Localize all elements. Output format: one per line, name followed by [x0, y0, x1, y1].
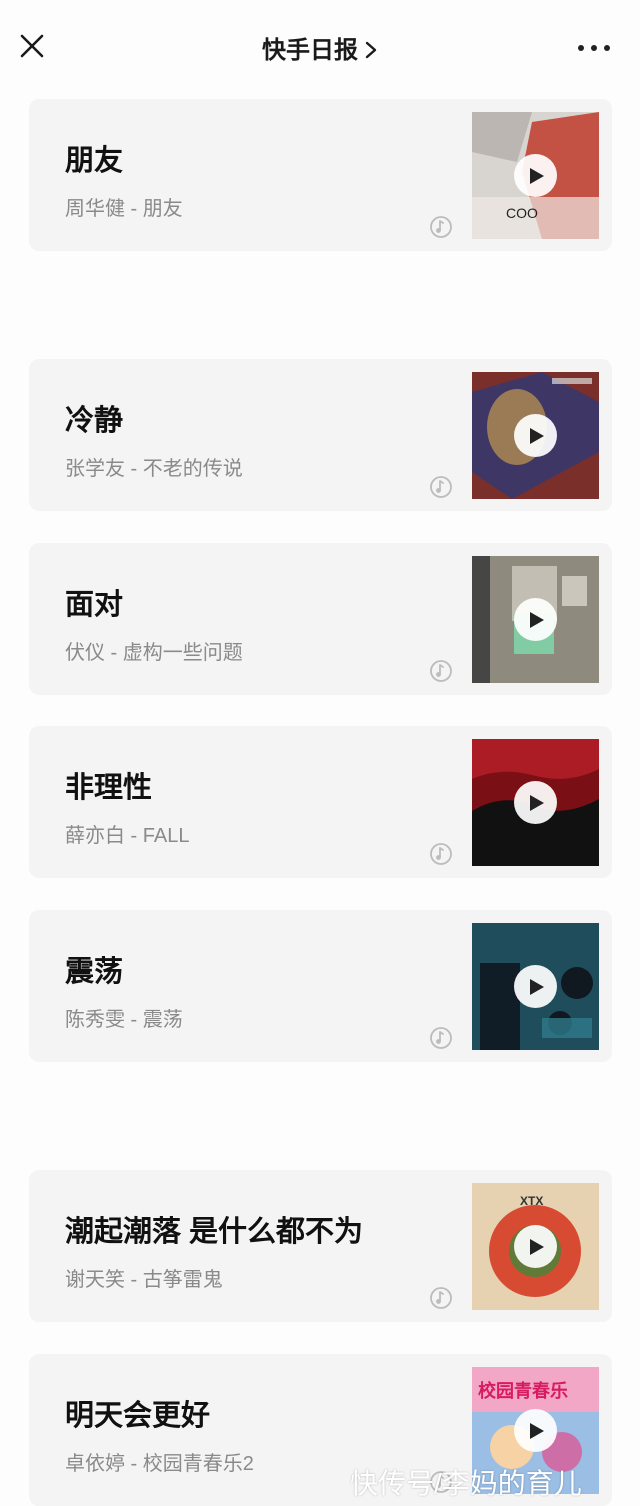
more-dot-icon	[578, 45, 584, 51]
music-note-icon	[430, 476, 452, 498]
album-cover[interactable]	[472, 372, 599, 499]
play-button[interactable]	[514, 598, 557, 641]
song-title: 明天会更好	[65, 1400, 211, 1432]
album-cover[interactable]: XTX	[472, 1183, 599, 1310]
album-art-text: 校园青春乐	[478, 1380, 568, 1402]
song-artist-album: 张学友 - 不老的传说	[65, 458, 243, 480]
play-icon	[530, 979, 544, 995]
more-options-button[interactable]	[578, 42, 612, 54]
album-art-text: XTX	[520, 1194, 543, 1208]
album-cover[interactable]: COO	[472, 112, 599, 239]
more-dot-icon	[591, 45, 597, 51]
song-artist-album: 薛亦白 - FALL	[65, 825, 190, 847]
chevron-right-icon	[364, 39, 378, 67]
song-artist-album: 卓依婷 - 校园青春乐2	[65, 1453, 254, 1475]
play-button[interactable]	[514, 1409, 557, 1452]
album-cover[interactable]	[472, 739, 599, 866]
song-title: 非理性	[65, 772, 153, 804]
song-card-3[interactable]: 面对 伏仪 - 虚构一些问题	[29, 543, 612, 695]
song-card-1[interactable]: 朋友 周华健 - 朋友 COO	[29, 99, 612, 251]
album-art-text: COO	[506, 205, 538, 221]
song-card-5[interactable]: 震荡 陈秀雯 - 震荡	[29, 910, 612, 1062]
song-card-6[interactable]: 潮起潮落 是什么都不为 谢天笑 - 古筝雷鬼 XTX	[29, 1170, 612, 1322]
album-cover[interactable]	[472, 923, 599, 1050]
song-title: 潮起潮落 是什么都不为	[65, 1216, 364, 1248]
play-button[interactable]	[514, 781, 557, 824]
song-title: 震荡	[65, 956, 124, 988]
watermark-text: 快传号/李妈的育儿	[350, 1468, 582, 1499]
song-title: 冷静	[65, 405, 124, 437]
song-title: 面对	[65, 589, 124, 621]
more-dot-icon	[604, 45, 610, 51]
play-button[interactable]	[514, 1225, 557, 1268]
play-icon	[530, 428, 544, 444]
music-note-icon	[430, 1287, 452, 1309]
play-icon	[530, 795, 544, 811]
song-title: 朋友	[65, 145, 124, 177]
play-button[interactable]	[514, 414, 557, 457]
play-icon	[530, 168, 544, 184]
album-cover[interactable]	[472, 556, 599, 683]
music-note-icon	[430, 660, 452, 682]
song-card-2[interactable]: 冷静 张学友 - 不老的传说	[29, 359, 612, 511]
page-title: 快手日报	[262, 37, 358, 64]
music-note-icon	[430, 216, 452, 238]
song-artist-album: 陈秀雯 - 震荡	[65, 1009, 183, 1031]
play-icon	[530, 1423, 544, 1439]
play-icon	[530, 612, 544, 628]
music-note-icon	[430, 843, 452, 865]
music-note-icon	[430, 1027, 452, 1049]
play-button[interactable]	[514, 154, 557, 197]
song-artist-album: 伏仪 - 虚构一些问题	[65, 642, 243, 664]
play-icon	[530, 1239, 544, 1255]
play-button[interactable]	[514, 965, 557, 1008]
top-bar: 快手日报	[0, 0, 640, 96]
page-title-link[interactable]: 快手日报	[0, 30, 640, 67]
song-artist-album: 周华健 - 朋友	[65, 198, 183, 220]
song-artist-album: 谢天笑 - 古筝雷鬼	[65, 1269, 223, 1291]
song-card-4[interactable]: 非理性 薛亦白 - FALL	[29, 726, 612, 878]
